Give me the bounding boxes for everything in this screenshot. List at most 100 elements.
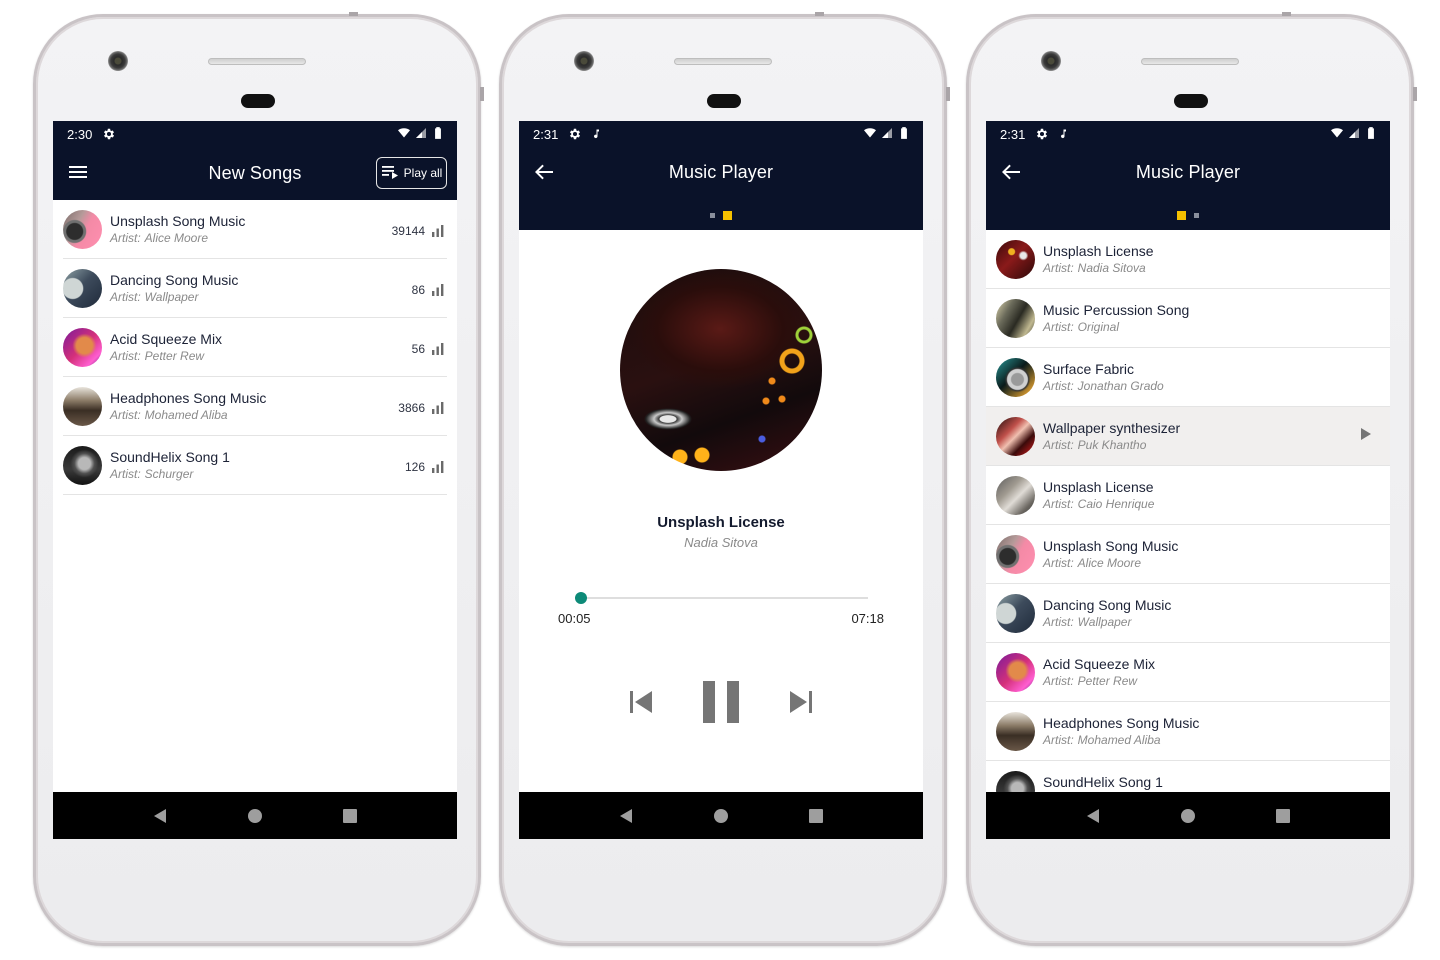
wifi-icon	[1330, 127, 1344, 142]
queue-list-item[interactable]: Unsplash License Artist: Nadia Sitova	[986, 230, 1390, 289]
song-cover	[63, 209, 102, 249]
queue-list-item[interactable]: Acid Squeeze Mix Artist: Petter Rew	[986, 643, 1390, 702]
app-bar: Music Player	[519, 147, 923, 230]
earpiece-speaker	[674, 58, 772, 65]
queue-list-item[interactable]: Headphones Song Music Artist: Mohamed Ali…	[986, 702, 1390, 761]
page-indicator	[986, 211, 1390, 220]
home-icon[interactable]	[235, 796, 275, 836]
volume-button	[946, 87, 950, 101]
pause-icon[interactable]	[701, 680, 741, 724]
earpiece-speaker	[1141, 58, 1239, 65]
recents-icon[interactable]	[796, 796, 836, 836]
status-bar: 2:31	[986, 121, 1390, 147]
new-songs-screen: 2:30 New Songs Play all Unsplash Song Mu…	[53, 121, 457, 839]
proximity-sensor	[1174, 94, 1208, 108]
app-bar: New Songs Play all	[53, 147, 457, 200]
system-nav-bar	[519, 792, 923, 839]
music-player-screen: 2:31 Music Player Unsplash License Nadia…	[519, 121, 923, 839]
seek-bar[interactable]	[575, 592, 868, 604]
song-title: Surface Fabric	[1043, 360, 1135, 377]
page-indicator	[519, 211, 923, 220]
song-artist: Artist: Wallpaper	[110, 289, 199, 304]
phone-frame-player: 2:31 Music Player Unsplash License Nadia…	[499, 12, 950, 946]
earpiece-speaker	[208, 58, 306, 65]
song-title: Dancing Song Music	[110, 271, 239, 288]
power-button	[815, 12, 824, 16]
song-artist: Artist: Mohamed Aliba	[1043, 732, 1161, 747]
page-title: New Songs	[208, 163, 302, 183]
skip-next-icon[interactable]	[787, 688, 815, 716]
recents-icon[interactable]	[1263, 796, 1303, 836]
song-artist: Artist: Mohamed Aliba	[110, 407, 228, 422]
song-title: Acid Squeeze Mix	[110, 330, 223, 347]
song-artist: Artist: Original	[1043, 319, 1120, 334]
back-icon[interactable]	[140, 796, 180, 836]
song-cover	[996, 357, 1035, 397]
queue-list-item[interactable]: Unsplash License Artist: Caio Henrique	[986, 466, 1390, 525]
song-list-item[interactable]: Dancing Song Music Artist: Wallpaper 86	[63, 259, 447, 318]
page-title: Music Player	[1135, 162, 1241, 182]
song-cover	[996, 239, 1035, 279]
song-list-item[interactable]: Acid Squeeze Mix Artist: Petter Rew 56	[63, 318, 447, 377]
total-duration: 07:18	[851, 611, 884, 626]
queue-list-item[interactable]: Dancing Song Music Artist: Wallpaper	[986, 584, 1390, 643]
song-artist: Artist: Puk Khantho	[1043, 437, 1147, 452]
arrow-back-icon[interactable]	[533, 161, 555, 183]
queue-list-item-selected[interactable]: Wallpaper synthesizer Artist: Puk Khantho	[986, 407, 1390, 466]
song-list-item[interactable]: SoundHelix Song 1 Artist: Schurger 126	[63, 436, 447, 495]
song-cover	[996, 652, 1035, 692]
queue-list-item[interactable]: Music Percussion Song Artist: Original	[986, 289, 1390, 348]
play-count: 86	[412, 283, 445, 297]
song-title: Headphones Song Music	[110, 389, 267, 406]
equalizer-bars-icon	[431, 283, 445, 297]
equalizer-bars-icon	[431, 224, 445, 238]
page-dot[interactable]	[710, 213, 715, 218]
song-title: Headphones Song Music	[1043, 714, 1200, 731]
seek-bar-thumb[interactable]	[575, 592, 588, 604]
song-title: Unsplash Song Music	[110, 212, 246, 229]
queue-list-item[interactable]: Surface Fabric Artist: Jonathan Grado	[986, 348, 1390, 407]
status-bar: 2:30	[53, 121, 457, 147]
back-icon[interactable]	[1073, 796, 1113, 836]
song-artist: Artist: Petter Rew	[1043, 673, 1138, 688]
song-title: Dancing Song Music	[1043, 596, 1172, 613]
phone-frame-queue: 2:31 Music Player Unsplash License Artis…	[966, 12, 1417, 946]
playlist-play-icon	[381, 164, 401, 183]
queue-list: Unsplash License Artist: Nadia Sitova Mus…	[986, 230, 1390, 820]
song-list: Unsplash Song Music Artist: Alice Moore 3…	[53, 200, 457, 495]
status-time: 2:30	[67, 126, 93, 142]
recents-icon[interactable]	[330, 796, 370, 836]
skip-previous-icon[interactable]	[627, 688, 655, 716]
system-nav-bar	[53, 792, 457, 839]
home-icon[interactable]	[701, 796, 741, 836]
page-dot-active[interactable]	[1177, 211, 1186, 220]
signal-icon	[881, 127, 893, 142]
menu-icon[interactable]	[67, 161, 89, 183]
play-count: 126	[405, 460, 445, 474]
page-dot[interactable]	[1194, 213, 1199, 218]
song-cover	[63, 327, 102, 367]
wifi-icon	[863, 127, 877, 142]
page-dot-active[interactable]	[723, 211, 732, 220]
queue-list-item[interactable]: Unsplash Song Music Artist: Alice Moore	[986, 525, 1390, 584]
play-arrow-icon[interactable]	[1360, 427, 1372, 445]
song-title: Unsplash License	[1043, 242, 1154, 259]
arrow-back-icon[interactable]	[1000, 161, 1022, 183]
home-icon[interactable]	[1168, 796, 1208, 836]
song-cover	[63, 386, 102, 426]
queue-screen: 2:31 Music Player Unsplash License Artis…	[986, 121, 1390, 839]
page-title: Music Player	[668, 162, 774, 182]
song-list-item[interactable]: Headphones Song Music Artist: Mohamed Ali…	[63, 377, 447, 436]
battery-icon	[897, 126, 911, 143]
back-icon[interactable]	[606, 796, 646, 836]
song-cover	[996, 711, 1035, 751]
song-list-item[interactable]: Unsplash Song Music Artist: Alice Moore 3…	[63, 200, 447, 259]
song-artist: Artist: Nadia Sitova	[1043, 260, 1146, 275]
settings-icon	[102, 127, 116, 141]
play-all-button[interactable]: Play all	[376, 157, 447, 189]
song-artist: Artist: Caio Henrique	[1043, 496, 1155, 511]
play-count: 39144	[392, 224, 445, 238]
playback-controls	[519, 680, 923, 724]
elapsed-time: 00:05	[558, 611, 591, 626]
song-title: SoundHelix Song 1	[110, 448, 230, 465]
